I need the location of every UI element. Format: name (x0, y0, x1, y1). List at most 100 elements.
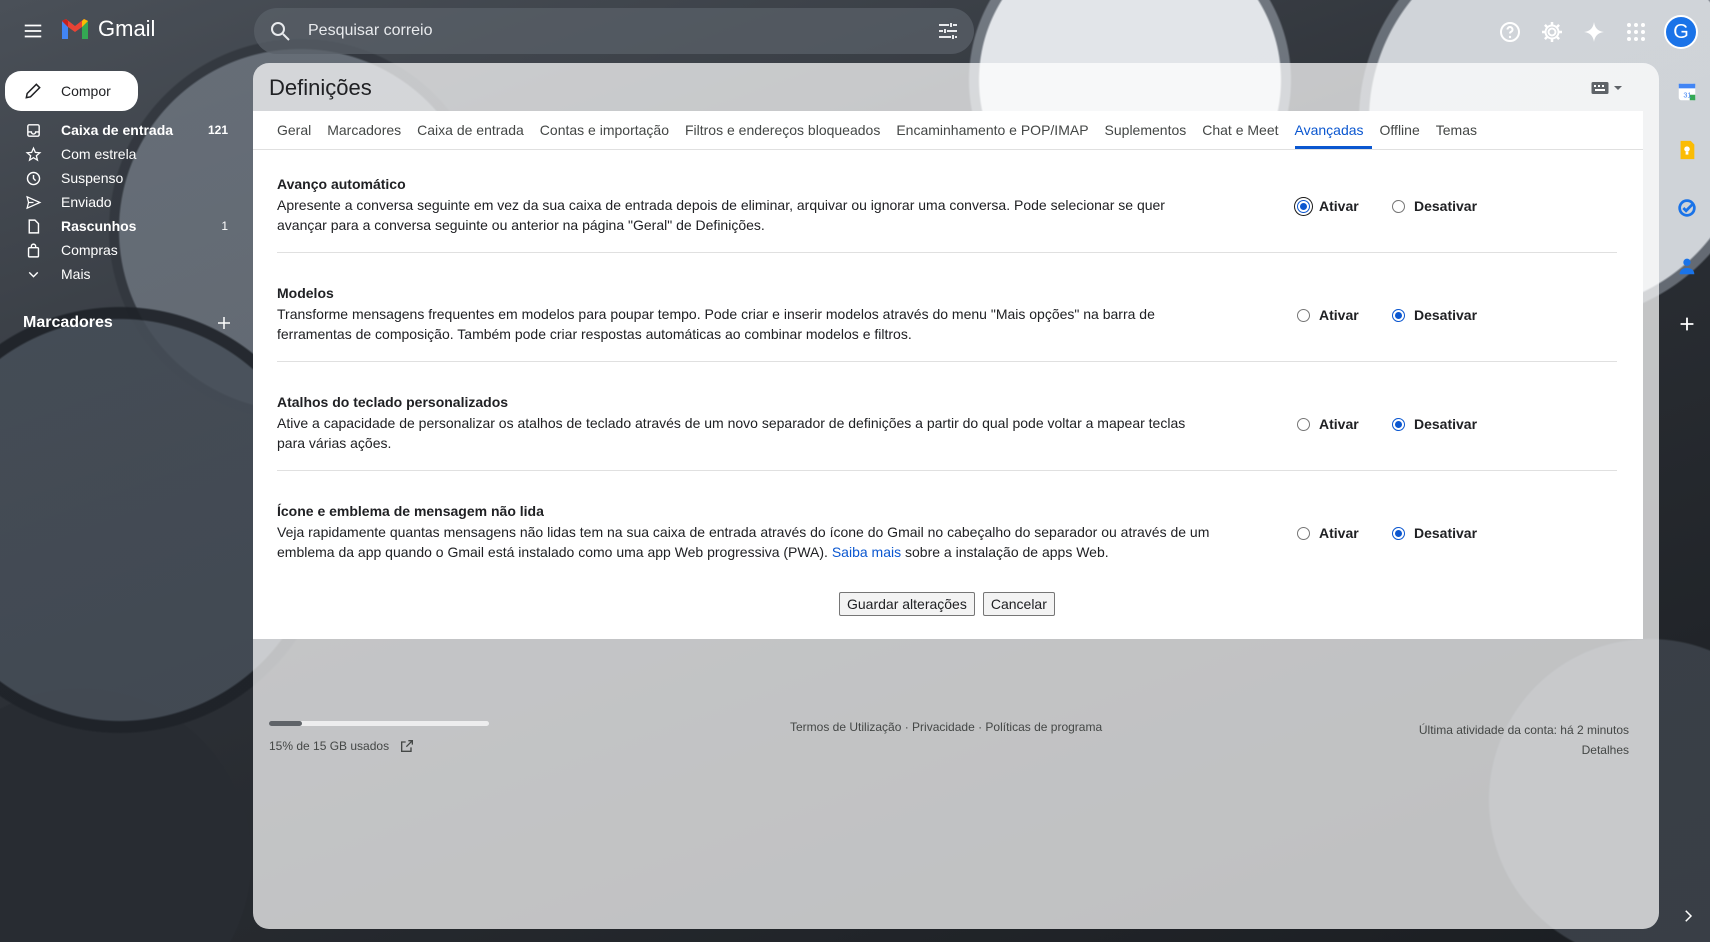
footer-links[interactable]: Termos de Utilização · Privacidade · Pol… (790, 720, 1102, 734)
sidebar-item-sent[interactable]: Enviado (0, 190, 240, 214)
setting-title: Ícone e emblema de mensagem não lida (277, 503, 544, 519)
setting-custom-shortcuts: Atalhos do teclado personalizados Ative … (277, 394, 1617, 453)
tab-accounts[interactable]: Contas e importação (540, 111, 669, 149)
setting-description: Apresente a conversa seguinte em vez da … (277, 197, 1165, 233)
cancel-button[interactable]: Cancelar (982, 592, 1055, 616)
tab-general[interactable]: Geral (277, 111, 311, 149)
option-disable[interactable]: Desativar (1392, 416, 1477, 432)
tab-chat-meet[interactable]: Chat e Meet (1202, 111, 1278, 149)
option-disable[interactable]: Desativar (1392, 525, 1477, 541)
get-addons-button[interactable] (1667, 304, 1707, 344)
send-icon (24, 193, 42, 211)
tab-forwarding[interactable]: Encaminhamento e POP/IMAP (896, 111, 1088, 149)
tasks-button[interactable] (1667, 188, 1707, 228)
option-disable[interactable]: Desativar (1392, 307, 1477, 323)
draft-icon (24, 217, 42, 235)
setting-templates: Modelos Transforme mensagens frequentes … (277, 285, 1617, 344)
input-tools-button[interactable] (1591, 81, 1623, 95)
top-bar: Gmail G (0, 0, 1710, 62)
option-label: Desativar (1414, 198, 1478, 214)
option-enable[interactable]: Ativar (1297, 525, 1392, 541)
setting-title: Avanço automático (277, 176, 406, 192)
divider (277, 252, 1617, 253)
clock-icon (24, 169, 42, 187)
gemini-button[interactable] (1574, 12, 1614, 52)
radio-disable[interactable] (1392, 199, 1405, 213)
open-in-new-icon[interactable] (399, 738, 415, 754)
gmail-logo[interactable]: Gmail (60, 16, 155, 42)
keep-button[interactable] (1667, 130, 1707, 170)
sidebar-item-purchases[interactable]: Compras (0, 238, 240, 262)
save-button[interactable]: Guardar alterações (839, 592, 975, 616)
keep-icon (1680, 140, 1695, 160)
sidebar-item-label: Compras (61, 242, 118, 258)
sidebar-item-label: Caixa de entrada (61, 122, 174, 138)
draft-count: 1 (221, 219, 228, 233)
compose-button[interactable]: Compor (5, 71, 138, 111)
chevron-down-icon (24, 265, 42, 283)
sidebar-item-more[interactable]: Mais (0, 262, 240, 286)
option-enable[interactable]: Ativar (1297, 307, 1392, 323)
radio-disable[interactable] (1392, 417, 1405, 431)
settings-panel: Definições Geral Marcadores Caixa de ent… (253, 63, 1659, 929)
option-label: Ativar (1319, 416, 1359, 432)
star-icon (24, 145, 42, 163)
calendar-icon: 31 (1678, 83, 1696, 101)
tab-labels[interactable]: Marcadores (327, 111, 401, 149)
settings-tabs: Geral Marcadores Caixa de entrada Contas… (277, 111, 1493, 149)
option-disable[interactable]: Desativar (1392, 198, 1477, 214)
tab-addons[interactable]: Suplementos (1105, 111, 1187, 149)
main-menu-button[interactable] (16, 14, 50, 48)
settings-button[interactable] (1532, 12, 1572, 52)
page-title: Definições (269, 75, 372, 100)
tab-filters[interactable]: Filtros e endereços bloqueados (685, 111, 880, 149)
storage-fill (269, 721, 302, 726)
tab-inbox[interactable]: Caixa de entrada (417, 111, 524, 149)
sidebar-item-starred[interactable]: Com estrela (0, 142, 240, 166)
apps-grid-icon (1627, 23, 1645, 41)
details-link[interactable]: Detalhes (1419, 740, 1629, 760)
radio-disable[interactable] (1392, 308, 1405, 322)
unread-count: 121 (207, 123, 228, 137)
divider (277, 361, 1617, 362)
option-enable[interactable]: Ativar (1297, 198, 1392, 214)
learn-more-link[interactable]: Saiba mais (832, 544, 901, 560)
support-button[interactable] (1490, 12, 1530, 52)
sidebar-item-label: Mais (61, 266, 91, 282)
storage-text: 15% de 15 GB usados (269, 739, 390, 753)
sidebar-item-label: Enviado (61, 194, 112, 210)
caret-down-icon (1614, 86, 1622, 90)
add-label-icon[interactable] (215, 314, 233, 332)
pencil-icon (25, 83, 41, 99)
calendar-button[interactable]: 31 (1667, 72, 1707, 112)
search-bar (254, 8, 974, 54)
svg-text:31: 31 (1683, 91, 1691, 100)
show-side-panel-button[interactable] (1676, 904, 1700, 928)
sidebar-item-label: Rascunhos (61, 218, 137, 234)
radio-disable[interactable] (1392, 526, 1405, 540)
radio-enable[interactable] (1297, 308, 1310, 322)
search-icon[interactable] (268, 19, 292, 43)
divider (277, 470, 1617, 471)
radio-enable[interactable] (1297, 526, 1310, 540)
option-enable[interactable]: Ativar (1297, 416, 1392, 432)
tab-advanced[interactable]: Avançadas (1294, 111, 1372, 149)
storage-info: 15% de 15 GB usados (269, 738, 489, 754)
labels-section: Marcadores (23, 314, 233, 332)
option-label: Desativar (1414, 416, 1478, 432)
app-name: Gmail (98, 16, 156, 41)
search-options-icon[interactable] (936, 19, 960, 43)
radio-enable[interactable] (1297, 417, 1310, 431)
tab-offline[interactable]: Offline (1380, 111, 1420, 149)
gmail-m-icon (62, 19, 88, 39)
sidebar-item-snoozed[interactable]: Suspenso (0, 166, 240, 190)
radio-enable[interactable] (1297, 199, 1310, 213)
search-input[interactable] (308, 8, 868, 54)
contacts-button[interactable] (1667, 246, 1707, 286)
shopping-icon (24, 241, 42, 259)
sidebar-item-inbox[interactable]: Caixa de entrada 121 (0, 118, 240, 142)
tab-themes[interactable]: Temas (1436, 111, 1477, 149)
sidebar-item-drafts[interactable]: Rascunhos 1 (0, 214, 240, 238)
account-avatar[interactable]: G (1664, 15, 1698, 49)
apps-button[interactable] (1616, 12, 1656, 52)
